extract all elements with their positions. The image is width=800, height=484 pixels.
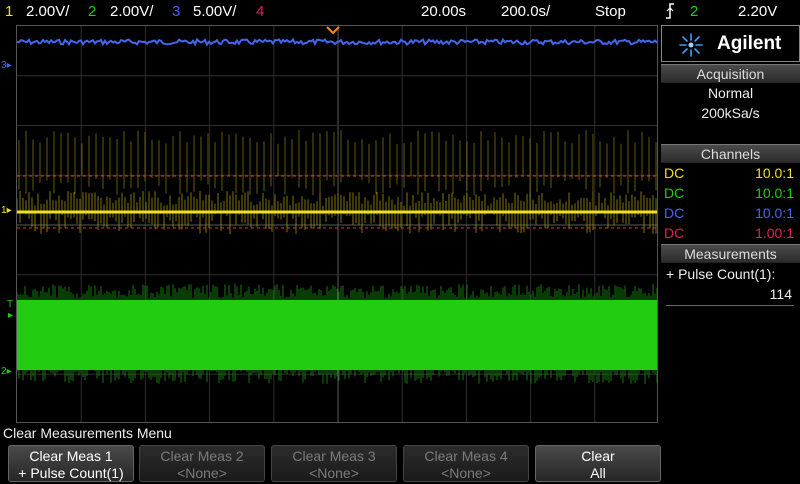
trigger-edge-icon	[664, 2, 676, 24]
softkey-line1: Clear Meas 1	[29, 448, 113, 464]
ground-icon: ▸	[6, 60, 12, 71]
clear-meas-3-button[interactable]: Clear Meas 3 <None>	[271, 445, 397, 482]
clear-meas-1-button[interactable]: Clear Meas 1 + Pulse Count(1)	[8, 445, 134, 482]
ch2-label: 2	[88, 3, 97, 20]
trigger-level-marker[interactable]: T	[7, 300, 13, 310]
softkey-line2: <None>	[309, 465, 359, 481]
softkey-line2: + Pulse Count(1)	[18, 465, 124, 481]
clear-meas-2-button[interactable]: Clear Meas 2 <None>	[139, 445, 265, 482]
probe-ratio: 10.0:1	[755, 185, 794, 201]
softkey-line2: All	[590, 465, 606, 481]
clear-all-button[interactable]: Clear All	[535, 445, 661, 482]
ch1-ground-marker[interactable]: 1▸	[1, 206, 12, 216]
clear-meas-4-button[interactable]: Clear Meas 4 <None>	[403, 445, 529, 482]
run-state: Stop	[595, 3, 626, 20]
sample-rate: 200kSa/s	[701, 105, 760, 121]
ground-icon: ▸	[6, 366, 12, 377]
status-bar: 1 2.00V/ 2 2.00V/ 3 5.00V/ 4 20.00s 200.…	[0, 0, 800, 24]
channel-row-2: DC 10.0:1	[661, 185, 800, 205]
channels-header[interactable]: Channels	[661, 144, 800, 163]
acquisition-header[interactable]: Acquisition	[661, 64, 800, 83]
softkey-line1: Clear	[581, 448, 615, 464]
waveform-display[interactable]	[16, 25, 658, 423]
softkey-line1: Clear Meas 2	[160, 448, 244, 464]
softkey-line1: Clear Meas 4	[424, 448, 508, 464]
waveform-canvas	[17, 26, 657, 422]
coupling: DC	[664, 205, 685, 221]
ch1-label: 1	[5, 3, 14, 20]
softkey-line2: <None>	[177, 465, 227, 481]
measurement-label: + Pulse Count(1):	[666, 266, 776, 282]
time-base: 200.0s/	[501, 3, 551, 20]
ch3-ground-marker[interactable]: 3▸	[1, 61, 12, 71]
ch1-scale: 2.00V/	[26, 3, 70, 20]
acquisition-mode: Normal	[707, 85, 754, 101]
measurements-header[interactable]: Measurements	[661, 244, 800, 263]
ch4-label: 4	[256, 3, 265, 20]
ch3-label: 3	[172, 3, 181, 20]
agilent-spark-icon	[678, 32, 704, 63]
measurement-value: 114	[769, 286, 792, 302]
trigger-position-marker[interactable]	[326, 22, 340, 35]
channel-row-1: DC 10.0:1	[661, 165, 800, 185]
probe-ratio: 1.00:1	[755, 225, 794, 241]
trigger-level: 2.20V	[738, 3, 778, 20]
softkey-bar: Clear Meas 1 + Pulse Count(1) Clear Meas…	[0, 443, 800, 484]
softkey-line2: <None>	[441, 465, 491, 481]
softkey-line1: Clear Meas 3	[292, 448, 376, 464]
brand-name: Agilent	[717, 33, 782, 54]
trigger-marker-label: T	[7, 299, 14, 310]
channel-row-4: DC 1.00:1	[661, 225, 800, 245]
menu-title: Clear Measurements Menu	[3, 425, 172, 441]
time-delay: 20.00s	[421, 3, 467, 20]
probe-ratio: 10.0:1	[755, 205, 794, 221]
ch2-signal-band	[17, 300, 657, 370]
trigger-arrow-icon: ▸	[8, 310, 14, 321]
measurement-divider	[666, 305, 794, 306]
ch2-scale: 2.00V/	[110, 3, 154, 20]
coupling: DC	[664, 225, 685, 241]
ch2-ground-marker[interactable]: 2▸	[1, 367, 12, 377]
coupling: DC	[664, 165, 685, 181]
channel-row-3: DC 10.0:1	[661, 205, 800, 225]
ch3-scale: 5.00V/	[193, 3, 237, 20]
coupling: DC	[664, 185, 685, 201]
info-panel: Agilent Acquisition Normal 200kSa/s Chan…	[661, 25, 800, 423]
trigger-channel: 2	[690, 3, 699, 20]
ground-icon: ▸	[6, 205, 12, 216]
probe-ratio: 10.0:1	[755, 165, 794, 181]
brand-header: Agilent	[661, 25, 800, 62]
